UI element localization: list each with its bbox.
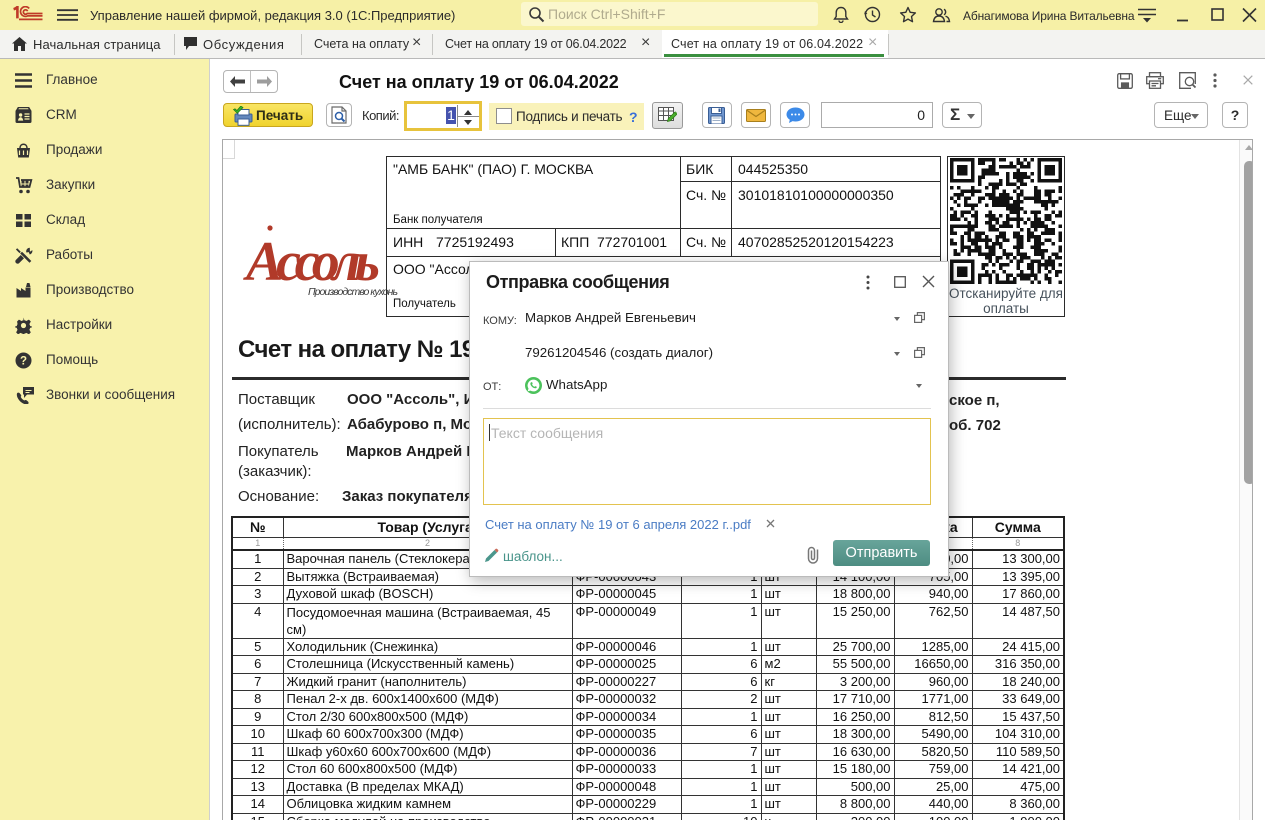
svg-text:Производство кухонь: Производство кухонь [308, 286, 398, 298]
svg-text:Ассоль: Ассоль [243, 231, 380, 293]
svg-text:?: ? [20, 356, 27, 368]
